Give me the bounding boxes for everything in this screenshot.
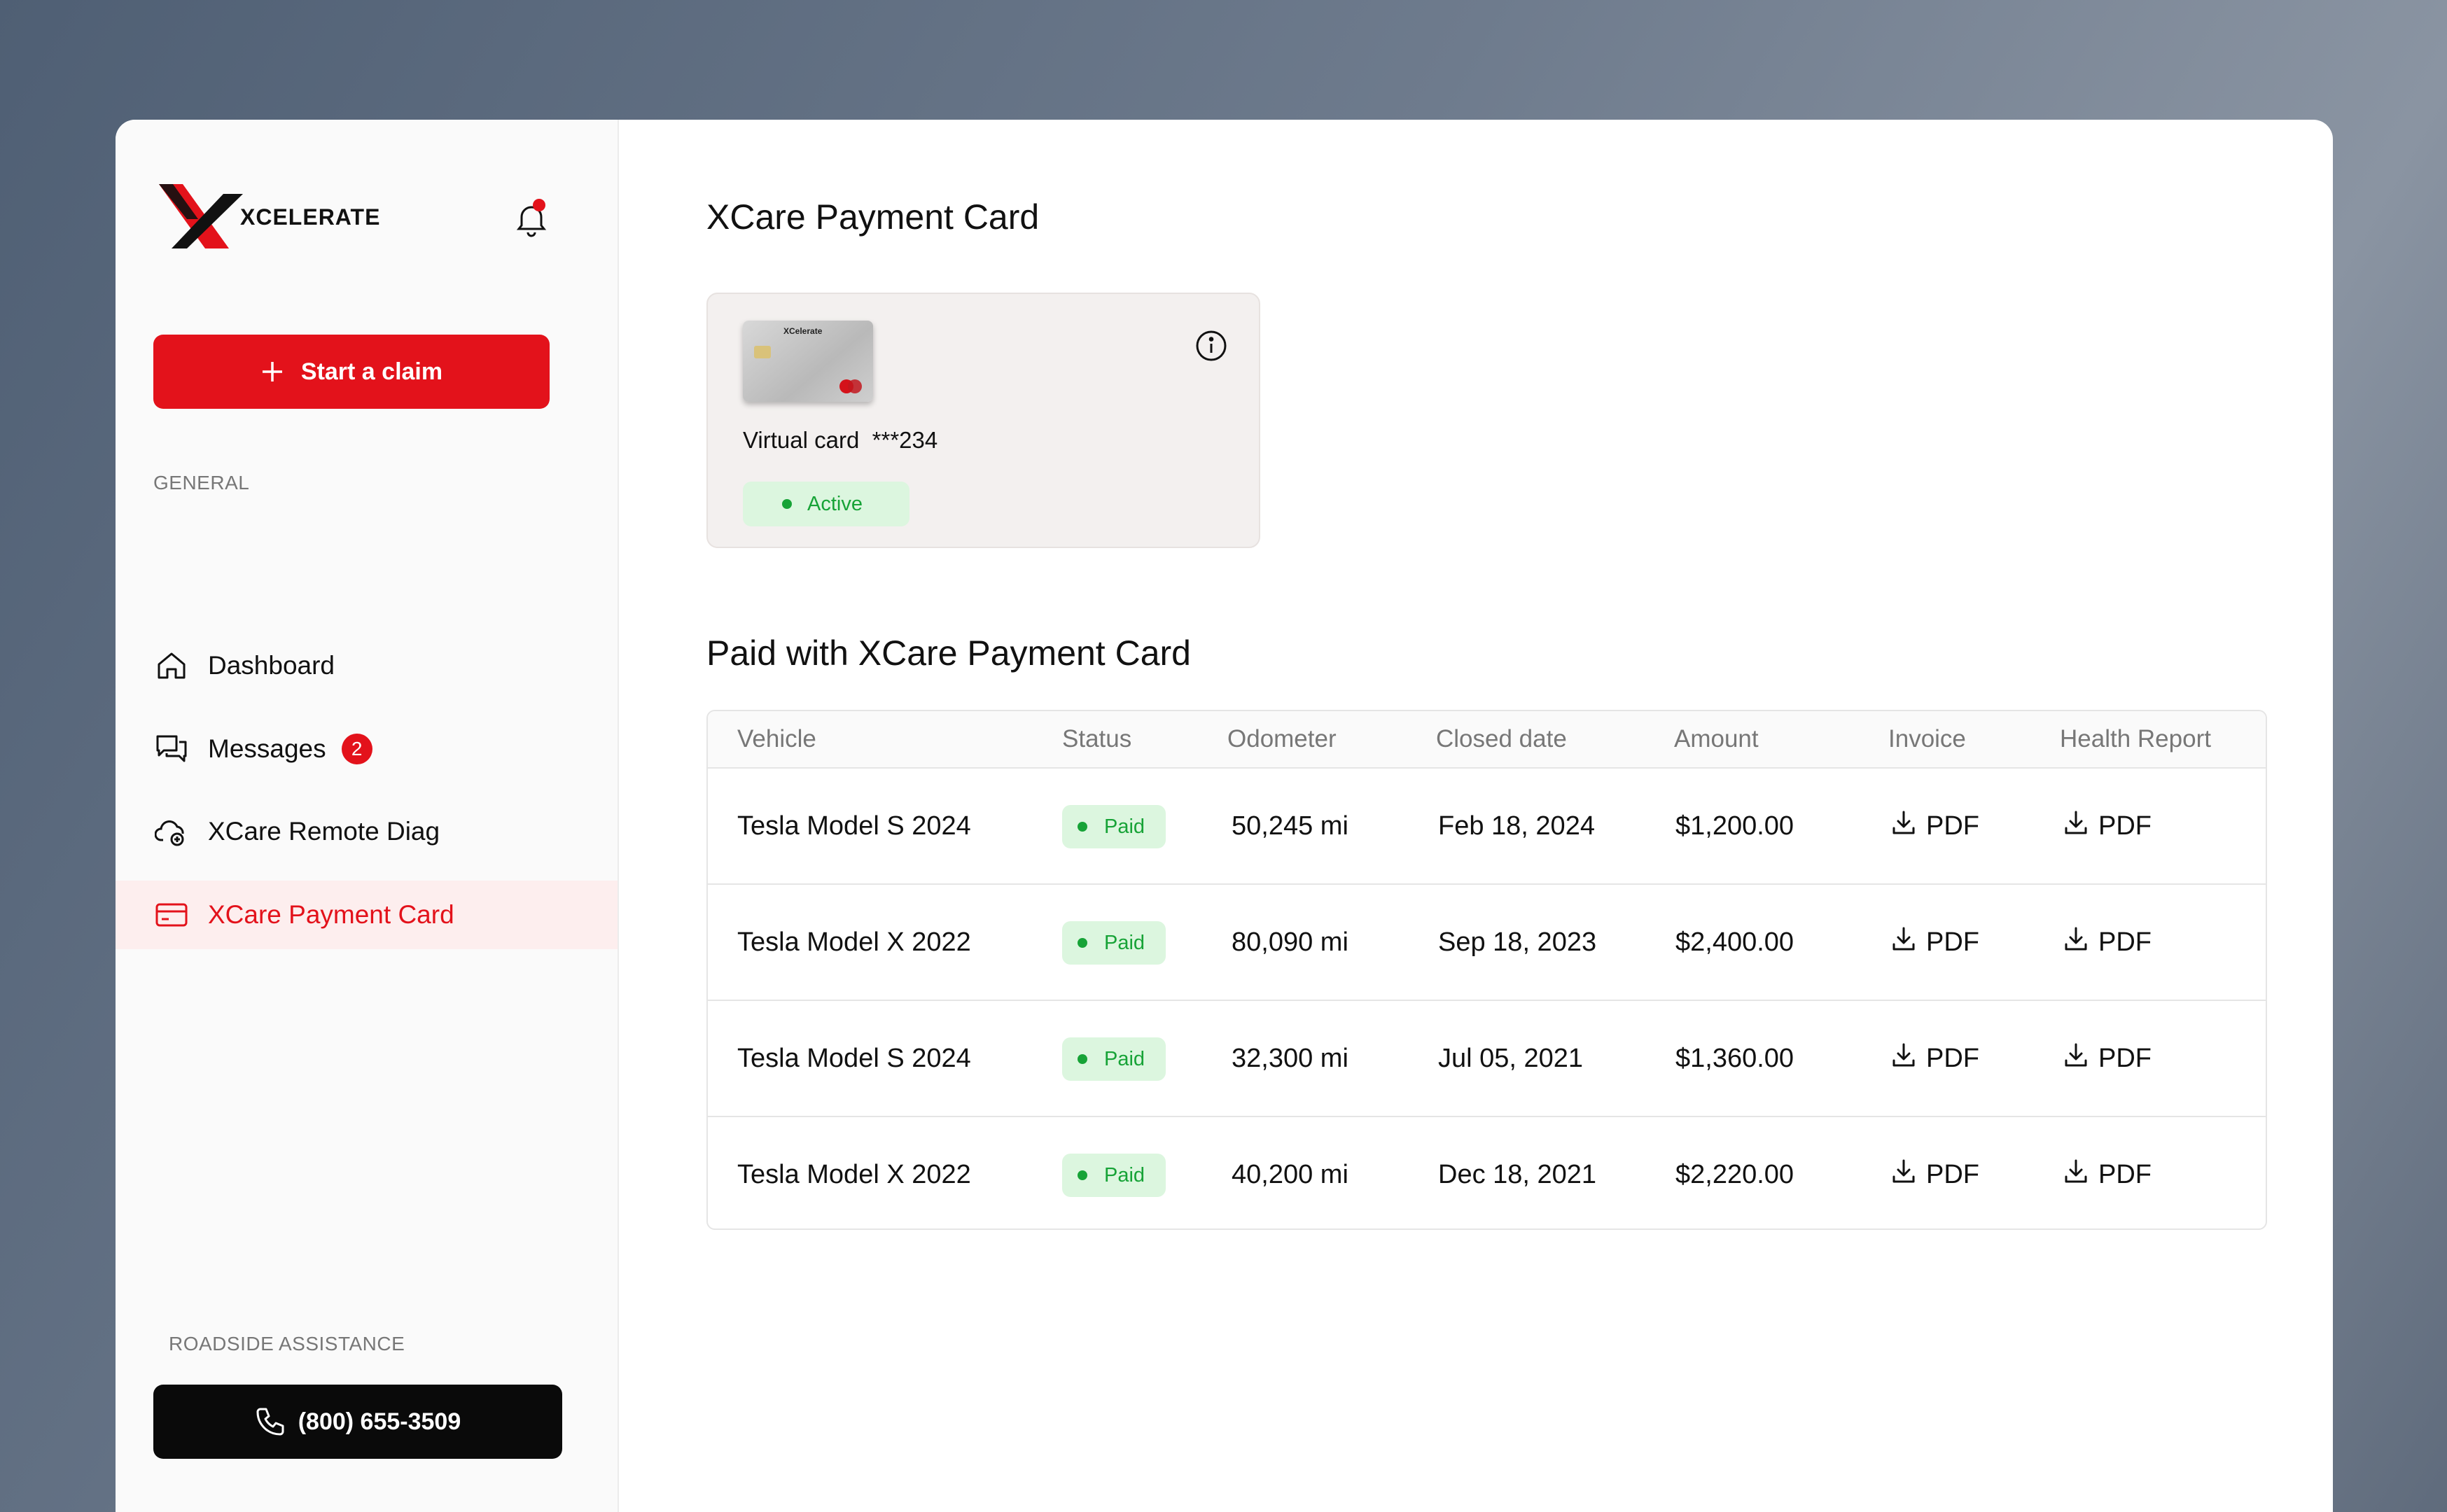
table-title: Paid with XCare Payment Card [706, 634, 1191, 673]
chat-icon [155, 732, 188, 766]
cloud-diag-icon [155, 815, 188, 848]
status-badge: Paid [1062, 805, 1166, 848]
sidebar-item-label: Messages [208, 734, 326, 763]
amount-cell: $2,220.00 [1675, 1160, 1794, 1189]
invoice-pdf-label: PDF [1926, 1159, 1979, 1189]
brand-name: XCELERATE [240, 204, 381, 230]
messages-count-badge: 2 [341, 734, 372, 764]
phone-icon [256, 1408, 284, 1436]
section-general-label: GENERAL [153, 472, 250, 493]
health-report-pdf-link[interactable]: PDF [2062, 808, 2152, 844]
download-icon [2062, 925, 2090, 960]
download-icon [1890, 925, 1918, 960]
column-header: Health Report [2060, 725, 2211, 752]
card-thumbnail-brand: XCelerate [783, 326, 823, 336]
sidebar-item-label: Dashboard [208, 651, 335, 680]
download-icon [1890, 1041, 1918, 1076]
virtual-card-label: Virtual card ***234 [743, 427, 938, 453]
status-badge: Paid [1062, 921, 1166, 965]
odometer-cell: 32,300 mi [1232, 1044, 1348, 1073]
download-icon [2062, 808, 2090, 844]
sidebar: XCELERATE Start a claim GENERAL Dashboar… [116, 120, 619, 1512]
card-icon [155, 898, 188, 932]
download-icon [2062, 1157, 2090, 1192]
health-report-pdf-link[interactable]: PDF [2062, 924, 2152, 960]
vehicle-cell: Tesla Model X 2022 [737, 1160, 971, 1189]
amount-cell: $2,400.00 [1675, 927, 1794, 957]
download-icon [1890, 808, 1918, 844]
sidebar-item-label: XCare Payment Card [208, 900, 454, 929]
column-header: Amount [1674, 725, 1759, 752]
closed-date-cell: Sep 18, 2023 [1438, 927, 1597, 957]
column-header: Closed date [1436, 725, 1567, 752]
table-row[interactable]: Tesla Model S 2024 Paid 50,245 mi Feb 18, 2… [708, 769, 2266, 885]
download-icon [1890, 1157, 1918, 1192]
card-status-text: Active [807, 492, 863, 515]
invoice-pdf-link[interactable]: PDF [1890, 924, 1979, 960]
home-icon [155, 649, 188, 682]
status-badge: Paid [1062, 1154, 1166, 1197]
table-row[interactable]: Tesla Model X 2022 Paid 40,200 mi Dec 18, 2… [708, 1117, 2266, 1228]
plus-icon [262, 362, 282, 382]
roadside-phone-number: (800) 655-3509 [298, 1408, 461, 1435]
column-header: Status [1062, 725, 1132, 752]
status-badge: Paid [1062, 1037, 1166, 1081]
sidebar-item-payment-card[interactable]: XCare Payment Card [116, 881, 618, 949]
invoice-pdf-link[interactable]: PDF [1890, 1156, 1979, 1193]
invoice-pdf-label: PDF [1926, 811, 1979, 841]
vehicle-cell: Tesla Model X 2022 [737, 927, 971, 957]
invoice-pdf-label: PDF [1926, 1043, 1979, 1073]
start-claim-label: Start a claim [300, 358, 443, 385]
sidebar-item-label: XCare Remote Diag [208, 817, 440, 846]
closed-date-cell: Dec 18, 2021 [1438, 1160, 1597, 1189]
start-claim-button[interactable]: Start a claim [153, 335, 550, 409]
notifications-bell-icon[interactable] [515, 199, 548, 238]
table-row[interactable]: Tesla Model X 2022 Paid 80,090 mi Sep 18, 2… [708, 885, 2266, 1001]
health-report-pdf-label: PDF [2098, 1159, 2152, 1189]
table-row[interactable]: Tesla Model S 2024 Paid 32,300 mi Jul 05, 2… [708, 1001, 2266, 1117]
amount-cell: $1,200.00 [1675, 811, 1794, 841]
health-report-pdf-label: PDF [2098, 927, 2152, 957]
vehicle-cell: Tesla Model S 2024 [737, 811, 971, 841]
x-logo-icon [159, 184, 243, 248]
odometer-cell: 50,245 mi [1232, 811, 1348, 841]
health-report-pdf-label: PDF [2098, 811, 2152, 841]
column-header: Odometer [1227, 725, 1337, 752]
card-thumbnail-image: XCelerate [743, 321, 873, 402]
roadside-phone-button[interactable]: (800) 655-3509 [153, 1385, 562, 1459]
invoice-pdf-label: PDF [1926, 927, 1979, 957]
column-header: Vehicle [737, 725, 816, 752]
payment-card-panel: XCelerate Virtual card ***234 Active [706, 293, 1260, 548]
payments-table: Vehicle Status Odometer Closed date Amou… [706, 710, 2267, 1230]
closed-date-cell: Jul 05, 2021 [1438, 1044, 1584, 1073]
health-report-pdf-link[interactable]: PDF [2062, 1040, 2152, 1077]
notification-dot [533, 199, 545, 211]
table-header: Vehicle Status Odometer Closed date Amou… [708, 711, 2266, 769]
amount-cell: $1,360.00 [1675, 1044, 1794, 1073]
sidebar-item-remote-diag[interactable]: XCare Remote Diag [116, 797, 618, 866]
status-text: Paid [1104, 932, 1145, 954]
health-report-pdf-label: PDF [2098, 1043, 2152, 1073]
info-icon[interactable] [1194, 329, 1228, 363]
odometer-cell: 80,090 mi [1232, 927, 1348, 957]
sidebar-item-dashboard[interactable]: Dashboard [116, 631, 618, 700]
column-header: Invoice [1888, 725, 1966, 752]
status-text: Paid [1104, 1048, 1145, 1070]
status-text: Paid [1104, 1164, 1145, 1186]
main-content: XCare Payment Card XCelerate Virtual car… [619, 120, 2333, 1512]
closed-date-cell: Feb 18, 2024 [1438, 811, 1595, 841]
section-roadside-label: ROADSIDE ASSISTANCE [169, 1333, 405, 1354]
app-window: XCELERATE Start a claim GENERAL Dashboar… [116, 120, 2333, 1512]
sidebar-item-messages[interactable]: Messages 2 [116, 715, 618, 783]
download-icon [2062, 1041, 2090, 1076]
brand-logo[interactable]: XCELERATE [159, 184, 380, 254]
invoice-pdf-link[interactable]: PDF [1890, 808, 1979, 844]
invoice-pdf-link[interactable]: PDF [1890, 1040, 1979, 1077]
odometer-cell: 40,200 mi [1232, 1160, 1348, 1189]
card-status-badge: Active [743, 482, 909, 526]
page-title: XCare Payment Card [706, 197, 1040, 237]
vehicle-cell: Tesla Model S 2024 [737, 1044, 971, 1073]
status-text: Paid [1104, 816, 1145, 838]
health-report-pdf-link[interactable]: PDF [2062, 1156, 2152, 1193]
